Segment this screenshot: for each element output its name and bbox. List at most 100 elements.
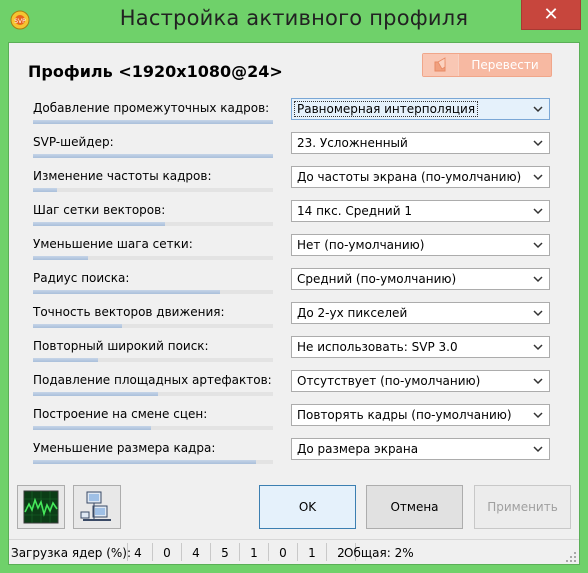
core-load-value: 0 [279, 546, 287, 560]
setting-level-bar [33, 120, 273, 124]
setting-level-fill [33, 188, 57, 192]
chevron-down-icon [533, 242, 543, 249]
ok-button[interactable]: OK [259, 485, 356, 529]
close-icon: ✕ [543, 4, 559, 25]
setting-label: Изменение частоты кадров: [33, 169, 212, 183]
setting-dropdown[interactable]: Нет (по-умолчанию) [291, 234, 550, 256]
total-load: Общая: 2% [344, 546, 414, 560]
setting-dropdown[interactable]: Не использовать: SVP 3.0 [291, 336, 550, 358]
setting-level-bar [33, 154, 273, 158]
window-title: Настройка активного профиля [119, 6, 469, 30]
translate-button[interactable]: Перевести [422, 53, 552, 77]
status-separator [152, 543, 153, 561]
setting-level-fill [33, 222, 165, 226]
setting-level-fill [33, 392, 158, 396]
resize-grip-icon[interactable] [565, 551, 577, 563]
setting-level-bar [33, 256, 273, 260]
setting-dropdown[interactable]: 14 пкс. Средний 1 [291, 200, 550, 222]
translate-icon [423, 54, 459, 76]
dropdown-value: Нет (по-умолчанию) [297, 238, 425, 252]
chevron-down-icon [533, 174, 543, 181]
setting-label: Добавление промежуточных кадров: [33, 101, 270, 115]
setting-level-bar [33, 324, 273, 328]
chevron-down-icon [533, 208, 543, 215]
cancel-button[interactable]: Отмена [366, 485, 463, 529]
chevron-down-icon [533, 378, 543, 385]
dropdown-value: До 2-ух пикселей [297, 306, 408, 320]
core-load-value: 0 [163, 546, 171, 560]
dropdown-value: Равномерная интерполяция [293, 101, 479, 117]
setting-dropdown[interactable]: Равномерная интерполяция [291, 98, 550, 120]
chevron-down-icon [533, 344, 543, 351]
dropdown-value: Повторять кадры (по-умолчанию) [297, 408, 512, 422]
setting-label: Шаг сетки векторов: [33, 203, 166, 217]
setting-label: Подавление площадных артефактов: [33, 373, 272, 387]
setting-label: Построение на смене сцен: [33, 407, 208, 421]
setting-dropdown[interactable]: Отсутствует (по-умолчанию) [291, 370, 550, 392]
setting-level-bar [33, 290, 273, 294]
setting-level-fill [33, 358, 98, 362]
setting-level-fill [33, 460, 257, 464]
network-icon [80, 491, 111, 521]
setting-label: Радиус поиска: [33, 271, 130, 285]
chevron-down-icon [533, 310, 543, 317]
chevron-down-icon [533, 412, 543, 419]
window-frame: SVP Настройка активного профиля ✕ Профил… [0, 0, 588, 573]
status-separator [181, 543, 182, 561]
translate-label: Перевести [471, 58, 539, 72]
dropdown-value: Средний (по-умолчанию) [297, 272, 457, 286]
core-load-value: 1 [308, 546, 316, 560]
setting-level-bar [33, 460, 273, 464]
setting-label: Уменьшение шага сетки: [33, 237, 193, 251]
status-separator [297, 543, 298, 561]
setting-label: Уменьшение размера кадра: [33, 441, 216, 455]
setting-level-fill [33, 290, 221, 294]
status-separator [268, 543, 269, 561]
core-load-value: 4 [134, 546, 142, 560]
setting-label: SVP-шейдер: [33, 135, 114, 149]
title-bar[interactable]: SVP Настройка активного профиля ✕ [0, 0, 588, 42]
core-load-value: 4 [192, 546, 200, 560]
dropdown-value: До размера экрана [297, 442, 419, 456]
chevron-down-icon [533, 276, 543, 283]
setting-dropdown[interactable]: До частоты экрана (по-умолчанию) [291, 166, 550, 188]
profile-title: Профиль <1920x1080@24> [28, 62, 283, 81]
status-separator [239, 543, 240, 561]
core-load-value: 1 [250, 546, 258, 560]
setting-label: Повторный широкий поиск: [33, 339, 209, 353]
dropdown-value: Отсутствует (по-умолчанию) [297, 374, 481, 388]
status-separator [127, 543, 128, 561]
setting-level-bar [33, 426, 273, 430]
setting-dropdown[interactable]: До размера экрана [291, 438, 550, 460]
network-button[interactable] [73, 485, 121, 529]
setting-level-fill [33, 154, 273, 158]
setting-level-bar [33, 358, 273, 362]
apply-button[interactable]: Применить [474, 485, 571, 529]
close-button[interactable]: ✕ [521, 0, 581, 30]
dialog-body: Профиль <1920x1080@24> Перевести Добавле… [8, 42, 580, 565]
setting-level-fill [33, 426, 151, 430]
status-separator [326, 543, 327, 561]
setting-dropdown[interactable]: Повторять кадры (по-умолчанию) [291, 404, 550, 426]
setting-level-bar [33, 188, 273, 192]
setting-label: Точность векторов движения: [33, 305, 225, 319]
chevron-down-icon [533, 106, 543, 113]
setting-level-fill [33, 120, 273, 124]
chevron-down-icon [533, 446, 543, 453]
dropdown-value: До частоты экрана (по-умолчанию) [297, 170, 522, 184]
graph-button[interactable] [17, 485, 65, 529]
dropdown-value: Не использовать: SVP 3.0 [297, 340, 458, 354]
setting-level-fill [33, 256, 89, 260]
core-load-value: 5 [221, 546, 229, 560]
status-separator [210, 543, 211, 561]
dropdown-value: 14 пкс. Средний 1 [297, 204, 412, 218]
core-load-label: Загрузка ядер (%): [11, 546, 132, 560]
setting-dropdown[interactable]: 23. Усложненный [291, 132, 550, 154]
dropdown-value: 23. Усложненный [297, 136, 408, 150]
setting-dropdown[interactable]: Средний (по-умолчанию) [291, 268, 550, 290]
status-bar: Загрузка ядер (%): 40451012 Общая: 2% [9, 539, 579, 565]
graph-icon [23, 490, 59, 524]
setting-dropdown[interactable]: До 2-ух пикселей [291, 302, 550, 324]
chevron-down-icon [533, 140, 543, 147]
setting-level-bar [33, 392, 273, 396]
